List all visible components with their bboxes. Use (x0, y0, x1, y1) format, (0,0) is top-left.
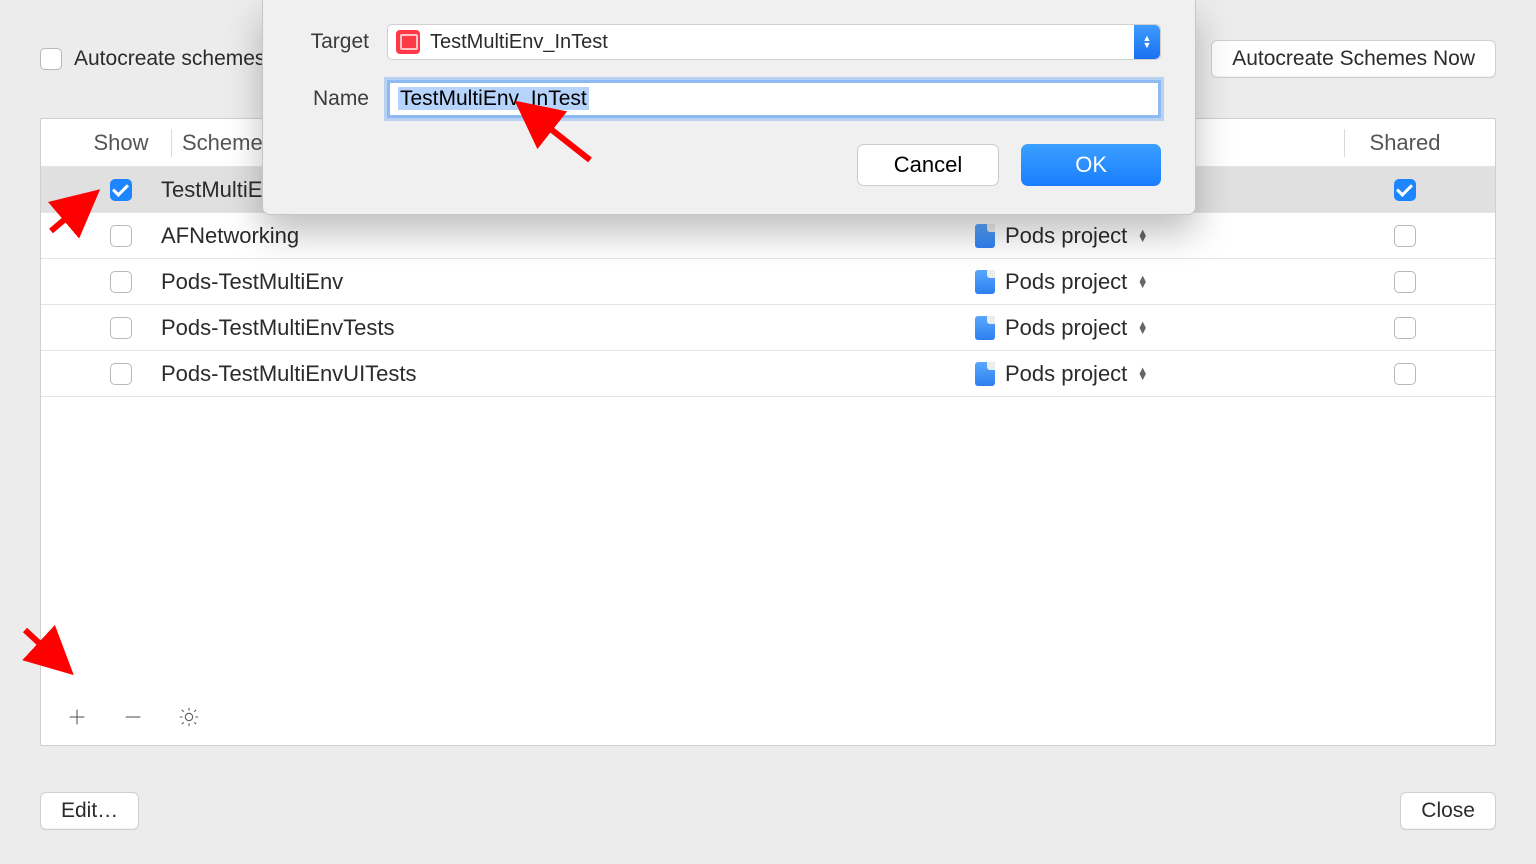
combo-stepper-icon: ▲▼ (1134, 25, 1160, 59)
target-value: TestMultiEnv_InTest (430, 31, 608, 54)
gear-icon[interactable] (175, 703, 203, 731)
stepper-icon: ▲▼ (1137, 276, 1151, 288)
autocreate-label: Autocreate schemes (74, 47, 265, 71)
project-icon (975, 224, 995, 248)
shared-checkbox[interactable] (1394, 271, 1416, 293)
edit-button[interactable]: Edit… (40, 792, 139, 830)
name-label: Name (297, 87, 387, 111)
header-divider (171, 129, 172, 157)
project-icon (975, 270, 995, 294)
table-row[interactable]: AFNetworking Pods project ▲▼ (41, 213, 1495, 259)
stepper-icon: ▲▼ (1137, 230, 1151, 242)
show-checkbox[interactable] (110, 225, 132, 247)
cancel-button[interactable]: Cancel (857, 144, 999, 186)
header-show[interactable]: Show (81, 130, 161, 156)
target-label: Target (297, 30, 387, 54)
container-cell[interactable]: Pods project ▲▼ (975, 269, 1355, 295)
container-label: Pods project (1005, 269, 1127, 295)
scheme-name: AFNetworking (161, 223, 975, 249)
stepper-icon: ▲▼ (1137, 368, 1151, 380)
show-checkbox[interactable] (110, 271, 132, 293)
shared-checkbox[interactable] (1394, 363, 1416, 385)
autocreate-now-button[interactable]: Autocreate Schemes Now (1211, 40, 1496, 78)
scheme-name: Pods-TestMultiEnv (161, 269, 975, 295)
header-shared[interactable]: Shared (1355, 130, 1455, 156)
table-row[interactable]: Pods-TestMultiEnvUITests Pods project ▲▼ (41, 351, 1495, 397)
container-cell[interactable]: Pods project ▲▼ (975, 223, 1355, 249)
ok-button[interactable]: OK (1021, 144, 1161, 186)
remove-scheme-button[interactable] (119, 703, 147, 731)
close-button[interactable]: Close (1400, 792, 1496, 830)
container-cell[interactable]: Pods project ▲▼ (975, 361, 1355, 387)
container-label: Pods project (1005, 315, 1127, 341)
autocreate-checkbox[interactable] (40, 48, 62, 70)
autocreate-group: Autocreate schemes (40, 47, 265, 71)
shared-checkbox[interactable] (1394, 179, 1416, 201)
project-icon (975, 316, 995, 340)
container-cell[interactable]: Pods project ▲▼ (975, 315, 1355, 341)
container-label: Pods project (1005, 361, 1127, 387)
shared-checkbox[interactable] (1394, 225, 1416, 247)
header-divider-2 (1344, 129, 1345, 157)
shared-checkbox[interactable] (1394, 317, 1416, 339)
scheme-name: Pods-TestMultiEnvUITests (161, 361, 975, 387)
project-icon (975, 362, 995, 386)
scheme-name: Pods-TestMultiEnvTests (161, 315, 975, 341)
show-checkbox[interactable] (110, 363, 132, 385)
add-scheme-button[interactable] (63, 703, 91, 731)
new-scheme-sheet: Target TestMultiEnv_InTest ▲▼ Name TestM… (262, 0, 1196, 215)
target-icon (396, 30, 420, 54)
name-input[interactable] (387, 80, 1161, 118)
footer: Edit… Close (40, 792, 1496, 830)
panel-toolbar (41, 689, 1495, 745)
table-row[interactable]: Pods-TestMultiEnv Pods project ▲▼ (41, 259, 1495, 305)
container-label: Pods project (1005, 223, 1127, 249)
table-row[interactable]: Pods-TestMultiEnvTests Pods project ▲▼ (41, 305, 1495, 351)
show-checkbox[interactable] (110, 317, 132, 339)
show-checkbox[interactable] (110, 179, 132, 201)
stepper-icon: ▲▼ (1137, 322, 1151, 334)
target-combo[interactable]: TestMultiEnv_InTest ▲▼ (387, 24, 1161, 60)
